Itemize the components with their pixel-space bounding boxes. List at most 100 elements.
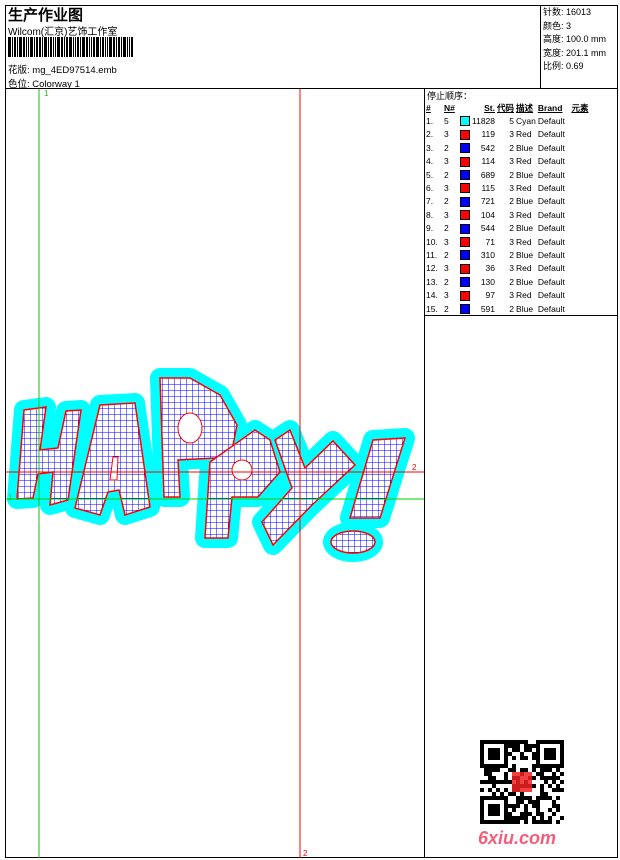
- needle: 3: [444, 156, 449, 167]
- element: [570, 168, 589, 181]
- column-header: #: [426, 102, 431, 113]
- stitches: 542: [480, 142, 496, 153]
- description: Blue: [516, 142, 534, 153]
- description: Blue: [516, 196, 534, 207]
- column-header: Brand: [537, 102, 563, 113]
- row-number: 4.: [426, 156, 434, 167]
- stitches: 36: [485, 263, 496, 274]
- row-number: 6.: [426, 183, 434, 194]
- needle: 2: [444, 142, 449, 153]
- color-swatch-cell: [459, 155, 471, 168]
- needle: 3: [444, 263, 449, 274]
- color-swatch-cell: [459, 181, 471, 194]
- brand: Default: [537, 249, 565, 260]
- color-swatch: [460, 143, 470, 154]
- table-row: 11. 2 310 2 Blue Default: [425, 248, 589, 261]
- element: [570, 288, 589, 301]
- color-swatch: [460, 196, 470, 207]
- info-row: 比例: 0.69: [543, 60, 616, 74]
- description: Red: [516, 290, 532, 301]
- needle: 2: [444, 303, 449, 314]
- description: Red: [516, 209, 532, 220]
- table-row: 3. 2 542 2 Blue Default: [425, 141, 589, 154]
- qr-code: [480, 740, 564, 824]
- stop-sequence-table: # N# St. 代码 描述 Brand 元素 1. 5 11828 5 Cyan Default 2. 3…: [425, 101, 589, 315]
- color-swatch-cell: [459, 141, 471, 154]
- element: [570, 155, 589, 168]
- table-row: 2. 3 119 3 Red Default: [425, 128, 589, 141]
- code: 3: [509, 290, 515, 301]
- description: Red: [516, 129, 532, 140]
- stitches: 130: [480, 276, 496, 287]
- color-swatch: [460, 236, 470, 247]
- design-preview: 1 1 2 2: [6, 89, 424, 858]
- brand: Default: [537, 169, 565, 180]
- row-number: 7.: [426, 196, 434, 207]
- guide-marker-2: 2: [303, 849, 308, 858]
- description: Red: [516, 156, 532, 167]
- needle: 2: [444, 196, 449, 207]
- color-swatch: [460, 210, 470, 221]
- description: Red: [516, 183, 532, 194]
- row-number: 8.: [426, 209, 434, 220]
- element: [570, 262, 589, 275]
- info-label: 宽度:: [543, 47, 564, 58]
- code: 2: [509, 303, 515, 314]
- column-header: 描述: [516, 102, 534, 113]
- column-header: 代码: [497, 102, 515, 113]
- code: 2: [509, 169, 515, 180]
- element: [570, 222, 589, 235]
- code: 2: [509, 142, 515, 153]
- needle: 5: [444, 116, 449, 127]
- row-number: 15.: [426, 303, 438, 314]
- stitches: 97: [485, 290, 496, 301]
- stitches: 544: [480, 223, 496, 234]
- info-label: 比例:: [543, 61, 564, 71]
- row-number: 2.: [426, 129, 434, 140]
- stitches: 119: [481, 129, 496, 140]
- row-number: 13.: [426, 276, 438, 287]
- element: [570, 141, 589, 154]
- color-swatch-cell: [459, 275, 471, 288]
- element: [570, 208, 589, 221]
- info-label: 颜色:: [543, 20, 564, 31]
- guide-marker-1: 1: [44, 89, 49, 98]
- description: Red: [516, 263, 532, 274]
- needle: 3: [444, 129, 449, 140]
- brand: Default: [537, 290, 565, 301]
- description: Blue: [516, 223, 534, 234]
- code: 3: [509, 183, 515, 194]
- row-number: 1.: [426, 116, 434, 127]
- color-swatch-cell: [459, 302, 471, 315]
- color-swatch: [460, 116, 470, 127]
- info-row: 高度: 100.0 mm: [543, 33, 616, 47]
- stitches: 104: [480, 209, 496, 220]
- description: Cyan: [516, 116, 536, 127]
- color-swatch-cell: [459, 168, 471, 181]
- brand: Default: [537, 156, 565, 167]
- color-swatch-cell: [459, 195, 471, 208]
- stitches: 115: [481, 183, 496, 194]
- stitches: 689: [480, 169, 496, 180]
- color-swatch-cell: [459, 222, 471, 235]
- color-swatch: [460, 290, 470, 301]
- color-swatch: [460, 223, 470, 234]
- row-number: 9.: [426, 223, 434, 234]
- info-row: 颜色: 3: [543, 20, 616, 34]
- column-header: 元素: [571, 102, 589, 113]
- row-number: 5.: [426, 169, 434, 180]
- element: [570, 275, 589, 288]
- description: Blue: [516, 169, 534, 180]
- column-header: N#: [444, 102, 455, 113]
- row-number: 10.: [426, 236, 438, 247]
- column-header: St.: [484, 102, 496, 113]
- element: [570, 302, 589, 315]
- color-swatch: [460, 250, 470, 261]
- table-row: 9. 2 544 2 Blue Default: [425, 222, 589, 235]
- exclamation-dot: [330, 530, 376, 554]
- table-row: 8. 3 104 3 Red Default: [425, 208, 589, 221]
- info-row: 宽度: 201.1 mm: [543, 47, 616, 61]
- element: [570, 114, 589, 127]
- code: 2: [509, 196, 515, 207]
- code: 2: [509, 276, 515, 287]
